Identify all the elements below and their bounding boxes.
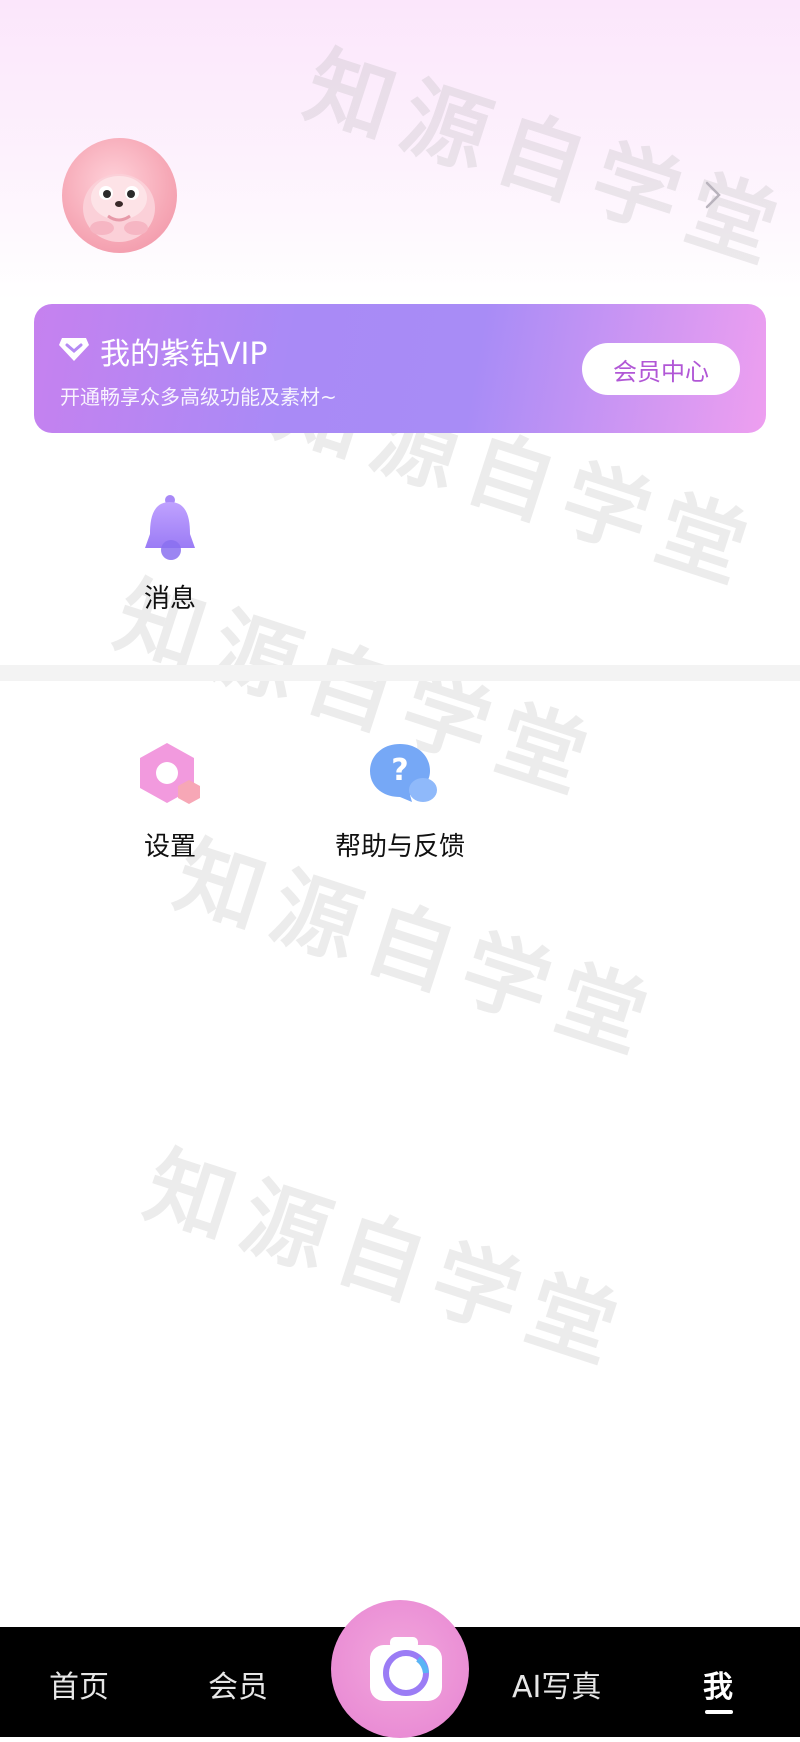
help-bubble-icon: ? <box>370 744 437 802</box>
camera-button[interactable] <box>331 1600 469 1738</box>
svg-text:?: ? <box>391 753 408 788</box>
menu-item-messages[interactable]: 消息 <box>120 492 220 615</box>
section-divider <box>0 665 800 681</box>
menu-label-messages: 消息 <box>143 584 196 614</box>
member-center-button[interactable]: 会员中心 <box>582 343 740 395</box>
menu-label-help-feedback: 帮助与反馈 <box>334 832 465 862</box>
watermark: 知源自学堂 <box>134 1134 641 1386</box>
menu-label-settings: 设置 <box>143 832 196 862</box>
tab-ai-portrait[interactable]: AI写真 <box>512 1662 601 1706</box>
vip-title: 我的紫钻VIP <box>100 337 268 372</box>
tab-me[interactable]: 我 <box>703 1662 733 1706</box>
profile-chevron-right-icon[interactable] <box>702 180 724 210</box>
menu-item-settings[interactable]: 设置 <box>120 740 220 863</box>
tab-home[interactable]: 首页 <box>49 1662 109 1706</box>
camera-icon <box>370 1637 442 1701</box>
diamond-icon <box>58 336 90 362</box>
avatar[interactable] <box>62 138 177 253</box>
seal-mascot-icon <box>83 174 155 242</box>
vip-subtitle: 开通畅享众多高级功能及素材~ <box>60 385 337 409</box>
active-tab-indicator <box>705 1710 733 1714</box>
menu-item-help-feedback[interactable]: ? 帮助与反馈 <box>320 740 480 863</box>
bell-icon <box>145 495 195 560</box>
tab-member[interactable]: 会员 <box>208 1662 268 1706</box>
gear-icon <box>140 743 200 804</box>
